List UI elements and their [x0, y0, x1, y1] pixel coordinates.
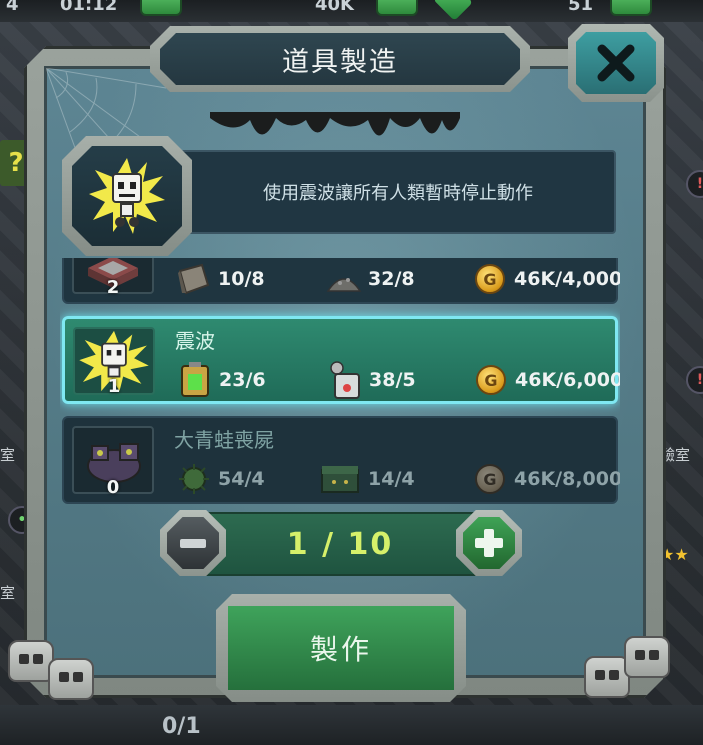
material-requirement: G 46K/6,000 [473, 363, 620, 397]
hud-resource-amount: 40K [315, 0, 354, 15]
item-description: 使用震波讓所有人類暫時停止動作 [180, 150, 616, 234]
material-requirement: G 46K/4,000 [472, 262, 620, 296]
battery-icon [177, 362, 213, 397]
material-requirement: 10/8 [176, 262, 265, 296]
recipe-row[interactable]: 0 大青蛙喪屍 54/4 14/4 G 46K/8,000 [62, 416, 620, 504]
scrap-pile-icon [326, 262, 362, 296]
decrease-quantity-button[interactable] [160, 510, 226, 576]
item-owned-count: 0 [106, 477, 120, 498]
recipe-row[interactable]: 2 10/8 32/8 G 46K/4,000 [62, 258, 620, 304]
hud-add-resource-button[interactable] [376, 0, 418, 16]
item-name: 震波 [175, 329, 215, 353]
recipe-list[interactable]: 2 10/8 32/8 G 46K/4,000 1 震波 23/6 38/5 G… [60, 258, 620, 506]
material-requirement: 38/5 [327, 361, 416, 399]
material-requirement: 32/8 [326, 262, 415, 296]
item-owned-count: 1 [107, 376, 121, 397]
material-amount: 46K/6,000 [515, 369, 620, 391]
material-requirement: 54/4 [176, 462, 265, 496]
item-name: 大青蛙喪屍 [174, 428, 274, 452]
gold-coin-icon: G [473, 363, 509, 397]
hud-gem-count: 51 [568, 0, 594, 15]
alert-icon[interactable]: ! [686, 170, 703, 198]
hud-left-count: 4 [6, 0, 19, 15]
material-amount: 46K/8,000 [514, 468, 620, 490]
gold-coin-icon: G [472, 262, 508, 296]
left-room-label: 室 [0, 446, 16, 464]
left-room-label-2: 室 [0, 584, 16, 602]
recipe-row-selected[interactable]: 1 震波 23/6 38/5 G 46K/6,000 [62, 316, 620, 404]
material-requirement: 23/6 [177, 362, 266, 397]
goo-drip-decoration [210, 112, 460, 136]
material-requirement: 14/4 [318, 462, 415, 496]
material-amount: 23/6 [219, 369, 266, 391]
close-button[interactable] [568, 24, 664, 102]
shockwave-robot-icon [72, 146, 182, 246]
increase-quantity-button[interactable] [456, 510, 522, 576]
radio-device-icon [327, 361, 363, 399]
hud-timer: 01:12 [60, 0, 118, 15]
alert-icon[interactable]: ! [686, 366, 703, 394]
dialog-title: 道具製造 [160, 33, 520, 85]
material-amount: 46K/4,000 [514, 268, 620, 290]
material-requirement: G 46K/8,000 [472, 462, 620, 496]
make-button[interactable]: 製作 [228, 606, 454, 690]
quantity-value: 1 / 10 [286, 526, 394, 562]
virus-icon [176, 462, 212, 496]
hud-add-gem-button[interactable] [610, 0, 652, 16]
material-amount: 14/4 [368, 468, 415, 490]
material-amount: 32/8 [368, 268, 415, 290]
material-amount: 38/5 [369, 369, 416, 391]
material-amount: 54/4 [218, 468, 265, 490]
metal-plate-icon [176, 262, 212, 296]
material-amount: 10/8 [218, 268, 265, 290]
plus-icon[interactable] [463, 517, 515, 569]
close-x-icon[interactable] [576, 32, 656, 94]
minus-icon[interactable] [167, 517, 219, 569]
gold-coin-icon: G [472, 462, 508, 496]
bottom-counter: 0/1 [162, 714, 201, 739]
bottom-strip [0, 705, 703, 745]
hud-add-button[interactable] [140, 0, 182, 16]
item-owned-count: 2 [106, 277, 120, 298]
green-crate-icon [318, 462, 362, 496]
